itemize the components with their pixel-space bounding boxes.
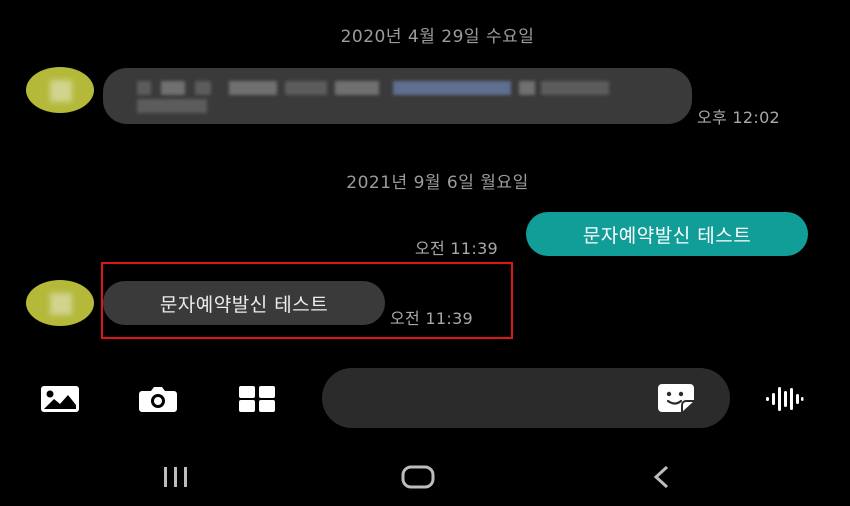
recent-apps-icon[interactable] [156, 462, 196, 492]
message-timestamp: 오전 11:39 [415, 239, 499, 258]
message-text: 문자예약발신 테스트 [582, 224, 752, 247]
date-separator: 2021년 9월 6일 월요일 [346, 173, 529, 193]
sticker-icon[interactable] [654, 382, 698, 414]
message-input[interactable] [322, 368, 730, 428]
home-icon[interactable] [396, 462, 440, 492]
message-bubble-incoming[interactable] [103, 68, 692, 124]
contact-avatar[interactable] [26, 280, 94, 326]
voice-icon[interactable] [762, 382, 806, 416]
messages-screen: 2020년 4월 29일 수요일 오후 12:02 2021년 9월 6일 월요… [0, 0, 850, 506]
contact-avatar[interactable] [26, 67, 94, 113]
back-icon[interactable] [644, 462, 678, 492]
message-bubble-outgoing[interactable]: 문자예약발신 테스트 [526, 212, 808, 256]
highlight-annotation-box [101, 262, 513, 339]
apps-grid-icon[interactable] [236, 382, 278, 416]
message-timestamp: 오후 12:02 [697, 108, 781, 127]
camera-icon[interactable] [136, 382, 180, 416]
image-icon[interactable] [38, 382, 82, 416]
date-separator: 2020년 4월 29일 수요일 [340, 27, 535, 47]
